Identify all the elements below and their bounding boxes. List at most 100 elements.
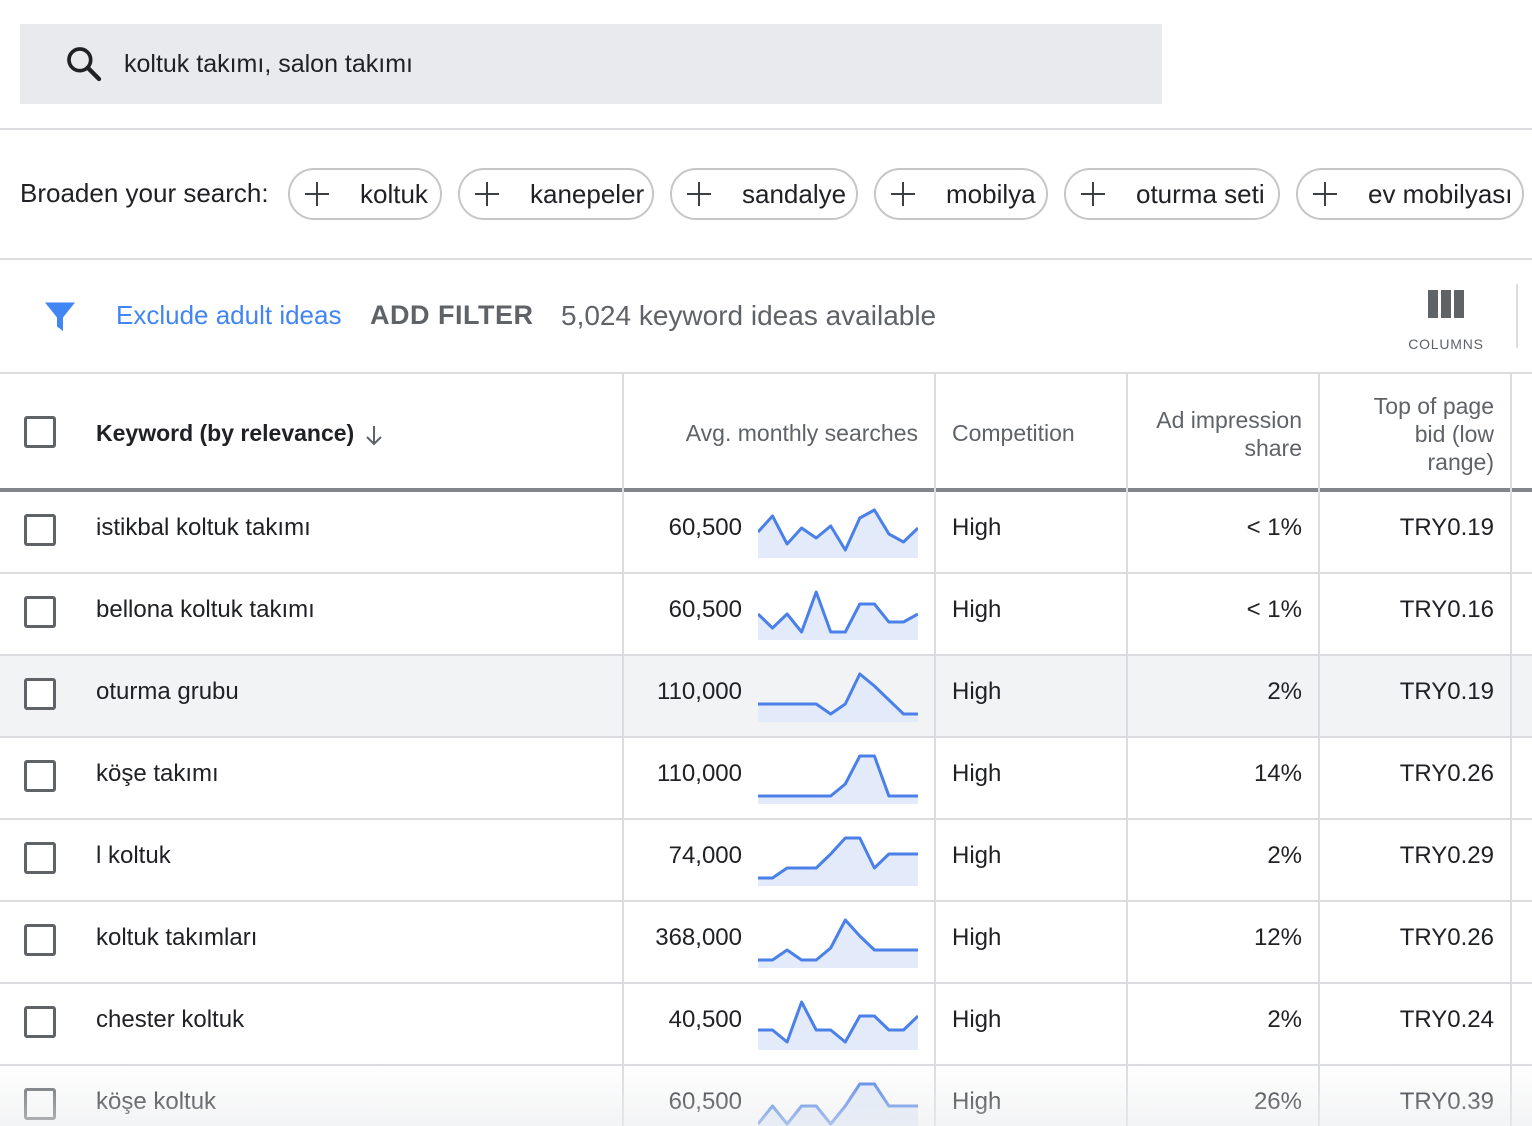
chip-label: oturma seti <box>1136 178 1265 209</box>
competition-cell: High <box>952 678 1002 705</box>
plus-icon <box>474 181 500 207</box>
keyword-cell: koltuk takımları <box>96 924 258 951</box>
chip-sandalye[interactable]: sandalye <box>670 168 858 220</box>
ad-impression-share-cell: 12% <box>1253 924 1302 951</box>
row-checkbox[interactable] <box>24 514 56 546</box>
avg-monthly-searches-header[interactable]: Avg. monthly searches <box>640 420 918 447</box>
filter-icon[interactable] <box>42 298 78 334</box>
columns-icon <box>1428 290 1464 318</box>
top-of-page-bid-cell: TRY0.19 <box>1399 514 1494 541</box>
table-row[interactable]: chester koltuk 40,500 High 2% TRY0.24 <box>0 984 1532 1066</box>
competition-cell: High <box>952 842 1002 869</box>
avg-monthly-searches-cell: 110,000 <box>657 760 742 787</box>
top-of-page-bid-cell: TRY0.26 <box>1399 760 1494 787</box>
columns-button[interactable]: COLUMNS <box>1400 286 1492 358</box>
plus-icon <box>1080 181 1106 207</box>
sort-arrow-down-icon[interactable] <box>362 422 386 448</box>
search-input[interactable]: koltuk takımı, salon takımı <box>124 50 413 79</box>
keyword-cell: köşe koltuk <box>96 1088 217 1115</box>
avg-monthly-searches-cell: 40,500 <box>668 1006 742 1033</box>
row-checkbox[interactable] <box>24 678 56 710</box>
table-row[interactable]: koltuk takımları 368,000 High 12% TRY0.26 <box>0 902 1532 984</box>
keyword-cell: l koltuk <box>96 842 171 869</box>
search-icon <box>67 47 102 82</box>
top-of-page-bid-cell: TRY0.16 <box>1399 596 1494 623</box>
competition-cell: High <box>952 1088 1002 1115</box>
row-checkbox[interactable] <box>24 596 56 628</box>
search-trend-sparkline <box>758 1082 918 1126</box>
keyword-cell: köşe takımı <box>96 760 219 787</box>
top-of-page-bid-cell: TRY0.39 <box>1399 1088 1494 1115</box>
table-row[interactable]: bellona koltuk takımı 60,500 High < 1% TRY0.… <box>0 574 1532 656</box>
chip-mobilya[interactable]: mobilya <box>874 168 1048 220</box>
ad-impression-share-cell: 2% <box>1267 678 1302 705</box>
sparkline-area <box>758 1002 918 1050</box>
avg-monthly-searches-cell: 368,000 <box>655 924 742 951</box>
row-checkbox[interactable] <box>24 924 56 956</box>
table-row[interactable]: oturma grubu 110,000 High 2% TRY0.19 <box>0 656 1532 738</box>
avg-monthly-searches-cell: 74,000 <box>668 842 742 869</box>
row-checkbox[interactable] <box>24 842 56 874</box>
chip-koltuk[interactable]: koltuk <box>288 168 442 220</box>
search-trend-sparkline <box>758 836 918 886</box>
search-trend-sparkline <box>758 1000 918 1050</box>
add-filter-button[interactable]: ADD FILTER <box>370 300 533 331</box>
keyword-column-header[interactable]: Keyword (by relevance) <box>96 420 354 447</box>
row-checkbox[interactable] <box>24 1006 56 1038</box>
column-separator <box>1318 372 1320 1126</box>
search-trend-sparkline <box>758 508 918 558</box>
plus-icon <box>890 181 916 207</box>
top-of-page-bid-cell: TRY0.29 <box>1399 842 1494 869</box>
search-trend-sparkline <box>758 754 918 804</box>
column-separator <box>1510 372 1512 1126</box>
avg-monthly-searches-cell: 60,500 <box>668 514 742 541</box>
header-line: Ad impression <box>1156 407 1302 433</box>
table-row[interactable]: istikbal koltuk takımı 60,500 High < 1% TRY0… <box>0 492 1532 574</box>
keyword-column-label: Keyword (by relevance) <box>96 420 355 446</box>
table-row[interactable]: köşe takımı 110,000 High 14% TRY0.26 <box>0 738 1532 820</box>
exclude-adult-ideas-link[interactable]: Exclude adult ideas <box>116 300 341 331</box>
chip-label: mobilya <box>946 178 1036 209</box>
row-checkbox[interactable] <box>24 760 56 792</box>
column-separator <box>934 372 936 1126</box>
plus-icon <box>1312 181 1338 207</box>
select-all-checkbox[interactable] <box>24 416 56 448</box>
chip-ev-mobilyasi[interactable]: ev mobilyası <box>1296 168 1524 220</box>
ad-impression-share-header[interactable]: Ad impression share <box>1130 406 1302 462</box>
chip-label: koltuk <box>360 178 428 209</box>
chip-label: sandalye <box>742 178 847 209</box>
plus-icon <box>304 181 330 207</box>
ad-impression-share-cell: < 1% <box>1246 514 1302 541</box>
chip-label: kanepeler <box>530 178 645 209</box>
ad-impression-share-cell: 2% <box>1267 842 1302 869</box>
ad-impression-share-cell: < 1% <box>1246 596 1302 623</box>
top-of-page-bid-header[interactable]: Top of page bid (low range) <box>1324 392 1494 476</box>
avg-monthly-searches-cell: 110,000 <box>657 678 742 705</box>
competition-cell: High <box>952 514 1002 541</box>
header-line: bid (low <box>1414 421 1494 447</box>
competition-header[interactable]: Competition <box>952 420 1075 447</box>
keyword-cell: oturma grubu <box>96 678 239 705</box>
broaden-search-label: Broaden your search: <box>20 178 269 208</box>
search-bar[interactable]: koltuk takımı, salon takımı <box>20 24 1162 104</box>
table-row[interactable]: köşe koltuk 60,500 High 26% TRY0.39 <box>0 1066 1532 1126</box>
chip-oturma-seti[interactable]: oturma seti <box>1064 168 1280 220</box>
column-separator <box>622 372 624 1126</box>
table-row[interactable]: l koltuk 74,000 High 2% TRY0.29 <box>0 820 1532 902</box>
divider <box>0 128 1532 130</box>
top-of-page-bid-cell: TRY0.26 <box>1399 924 1494 951</box>
sparkline-line <box>758 754 918 798</box>
chip-kanepeler[interactable]: kanepeler <box>458 168 654 220</box>
sparkline-area <box>758 920 918 968</box>
avg-monthly-searches-cell: 60,500 <box>668 596 742 623</box>
header-line: range) <box>1427 449 1494 475</box>
ad-impression-share-cell: 2% <box>1267 1006 1302 1033</box>
sparkline-area <box>758 674 918 722</box>
columns-label: COLUMNS <box>1408 336 1484 352</box>
keyword-cell: chester koltuk <box>96 1006 245 1033</box>
plus-icon <box>686 181 712 207</box>
row-checkbox[interactable] <box>24 1088 56 1120</box>
chip-label: ev mobilyası <box>1368 178 1513 209</box>
top-of-page-bid-cell: TRY0.19 <box>1399 678 1494 705</box>
column-separator <box>1126 372 1128 1126</box>
